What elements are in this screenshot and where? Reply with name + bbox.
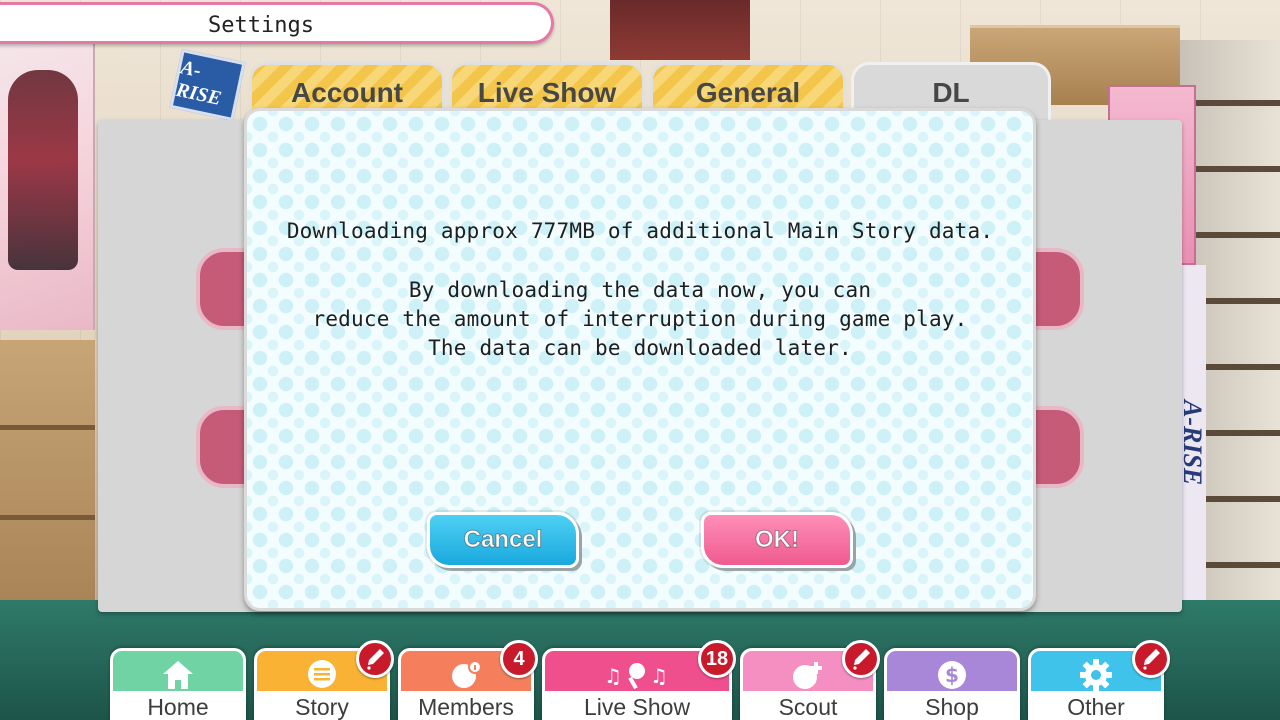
page-title-bar: Settings (0, 2, 554, 44)
nav-label: Live Show (545, 691, 729, 720)
dialog-message-line: reduce the amount of interruption during… (312, 307, 968, 331)
dialog-message-size: Downloading approx 777MB of additional M… (286, 219, 994, 243)
background-poster (0, 40, 95, 330)
nav-label: Members (401, 691, 531, 720)
nav-label: Shop (887, 691, 1017, 720)
home-icon (160, 657, 196, 693)
pen-icon (367, 649, 384, 670)
nav-label: Home (113, 691, 243, 720)
pen-icon (853, 649, 870, 670)
gear-icon (1078, 657, 1114, 693)
svg-text:♫: ♫ (604, 664, 622, 688)
other-alert-badge (1132, 640, 1170, 678)
members-icon (448, 657, 484, 693)
ok-button[interactable]: OK! (701, 512, 853, 568)
svg-text:$: $ (945, 663, 959, 687)
nav-label: Other (1031, 691, 1161, 720)
dialog-message-line: The data can be downloaded later. (428, 336, 852, 360)
members-count-badge: 4 (500, 640, 538, 678)
background-window (610, 0, 750, 60)
scout-alert-badge (842, 640, 880, 678)
live-show-icon: ♫ ♫ (602, 657, 672, 693)
story-icon (304, 657, 340, 693)
dialog-message-line: By downloading the data now, you can (408, 278, 872, 302)
nav-home[interactable]: Home (110, 648, 246, 720)
download-dialog: Downloading approx 777MB of additional M… (244, 108, 1036, 611)
story-alert-badge (356, 640, 394, 678)
nav-label: Scout (743, 691, 873, 720)
nav-shop[interactable]: $ Shop (884, 648, 1020, 720)
page-title: Settings (208, 13, 314, 38)
scout-icon (790, 657, 826, 693)
pen-icon (1143, 649, 1160, 670)
cancel-button[interactable]: Cancel (427, 512, 579, 568)
svg-text:♫: ♫ (650, 664, 668, 688)
background-character (8, 70, 78, 270)
shop-icon: $ (934, 657, 970, 693)
nav-label: Story (257, 691, 387, 720)
live-show-count-badge: 18 (698, 640, 736, 678)
